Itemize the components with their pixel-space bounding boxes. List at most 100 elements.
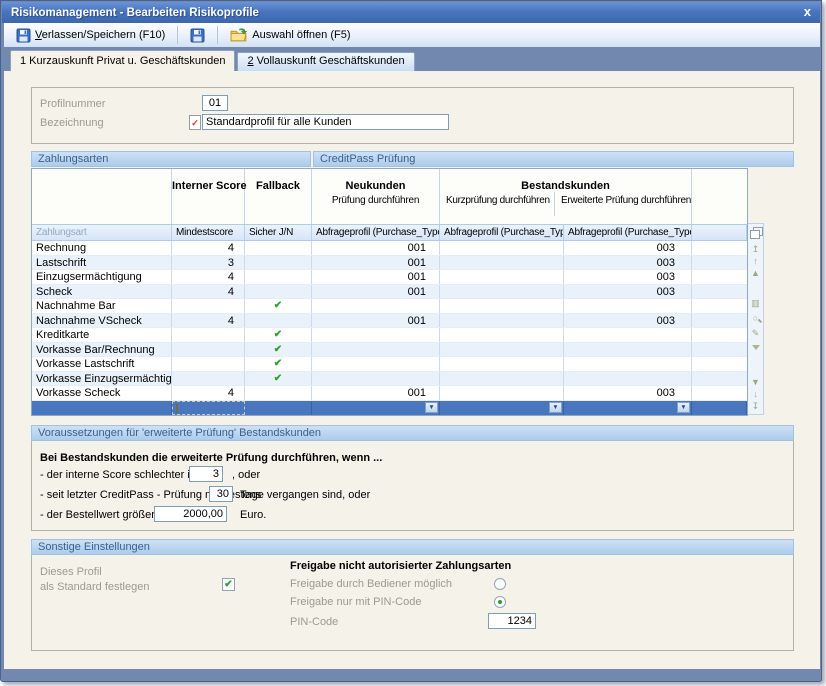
table-row[interactable]: Vorkasse Einzugsermächtigung ✔ [32,372,747,387]
dropdown-button[interactable]: ▼ [549,402,562,413]
cell-erweiterte[interactable] [564,299,692,313]
row-up-icon[interactable]: ▲ [749,267,763,279]
cell-kurzpruefung[interactable] [440,357,564,371]
cell-empty[interactable] [692,328,747,342]
cell-neukunden[interactable]: 001 [312,256,440,270]
cell-name[interactable] [32,401,172,416]
table-row[interactable]: Lastschrift3001003 [32,256,747,271]
cell-erweiterte[interactable]: 003 [564,314,692,328]
cell-erweiterte[interactable]: 003 [564,241,692,255]
tab-kurzauskunft[interactable]: 1 Kurzauskunft Privat u. Geschäftskunden [10,50,235,71]
table-row[interactable]: Vorkasse Lastschrift ✔ [32,357,747,372]
row-down-icon[interactable]: ▼ [749,376,763,388]
cell-erweiterte[interactable] [564,343,692,357]
cell-erweiterte[interactable]: 003 [564,285,692,299]
cell-neukunden[interactable]: 001 [312,386,440,400]
table-row[interactable]: Nachnahme VScheck4001003 [32,314,747,329]
dropdown-button[interactable]: ▼ [677,402,690,413]
cell-fallback[interactable]: ✔ [245,328,312,342]
cell-fallback[interactable] [245,386,312,400]
cell-score[interactable] [172,372,245,386]
cell-erweiterte[interactable]: 003 [564,386,692,400]
cell-kurzpruefung[interactable] [440,386,564,400]
close-button[interactable]: x [804,4,811,20]
cell-erweiterte[interactable] [564,328,692,342]
cell-score[interactable]: 4 [172,386,245,400]
cell-name[interactable]: Rechnung [32,241,172,255]
table-row[interactable]: Rechnung4001003 [32,241,747,256]
open-selection-button[interactable]: Auswahl öffnen (F5) [224,25,356,45]
last-row-icon[interactable]: ↧ [749,400,763,412]
table-row[interactable]: Einzugsermächtigung4001003 [32,270,747,285]
cell-empty[interactable] [692,372,747,386]
cell-name[interactable]: Scheck [32,285,172,299]
cell-kurzpruefung[interactable] [440,328,564,342]
save-exit-button[interactable]: Verlassen/Speichern (F10) [10,25,171,45]
cell-neukunden[interactable]: ▼ [312,401,440,416]
cell-fallback[interactable]: ✔ [245,357,312,371]
subheader-abfrageprofil-erw[interactable]: Abfrageprofil (Purchase_Type) [564,225,692,240]
cell-erweiterte[interactable] [564,357,692,371]
cell-empty[interactable] [692,241,747,255]
cell-neukunden[interactable]: 001 [312,270,440,284]
cell-kurzpruefung[interactable]: ▼ [440,401,564,416]
cell-kurzpruefung[interactable] [440,372,564,386]
cell-name[interactable]: Kreditkarte [32,328,172,342]
cell-erweiterte[interactable] [564,372,692,386]
pin-code-input[interactable] [488,613,536,629]
table-row[interactable]: Vorkasse Bar/Rechnung ✔ [32,343,747,358]
cell-empty[interactable] [692,357,747,371]
page-up-icon[interactable]: ↑ [749,255,763,267]
subheader-sicher[interactable]: Sicher J/N [245,225,312,240]
subheader-mindestscore[interactable]: Mindestscore [172,225,245,240]
cell-fallback[interactable] [245,401,312,416]
cell-empty[interactable] [692,299,747,313]
cell-kurzpruefung[interactable] [440,285,564,299]
release-operator-radio[interactable] [494,578,506,590]
selected-row[interactable]: ▼ ▼ ▼ [32,401,747,416]
cell-fallback[interactable] [245,314,312,328]
cell-score[interactable] [172,343,245,357]
cell-neukunden[interactable]: 001 [312,314,440,328]
cell-name[interactable]: Vorkasse Lastschrift [32,357,172,371]
cell-name[interactable]: Vorkasse Bar/Rechnung [32,343,172,357]
cell-neukunden[interactable]: 001 [312,285,440,299]
page-down-icon[interactable]: ↓ [749,388,763,400]
table-row[interactable]: Scheck4 001 003 [32,285,747,300]
cell-score[interactable] [172,328,245,342]
cell-erweiterte[interactable]: 003 [564,256,692,270]
profilnummer-input[interactable] [202,95,228,111]
cell-fallback[interactable]: ✔ [245,372,312,386]
cell-neukunden[interactable] [312,299,440,313]
cell-fallback[interactable] [245,256,312,270]
first-row-icon[interactable]: ↥ [749,243,763,255]
cell-score[interactable] [172,357,245,371]
cell-empty[interactable] [692,343,747,357]
cell-name[interactable]: Vorkasse Scheck [32,386,172,400]
score-threshold-input[interactable] [189,466,223,482]
tab-vollauskunft[interactable]: 2 Vollauskunft Geschäftskunden [237,52,414,71]
cell-score[interactable]: 3 [172,256,245,270]
cell-empty[interactable] [692,285,747,299]
cell-name[interactable]: Vorkasse Einzugsermächtigung [32,372,172,386]
cell-fallback[interactable]: ✔ [245,343,312,357]
cell-score[interactable]: 4 [172,314,245,328]
table-row[interactable]: Kreditkarte ✔ [32,328,747,343]
cell-name[interactable]: Einzugsermächtigung [32,270,172,284]
cell-score[interactable] [172,299,245,313]
search-icon[interactable]: ○ [749,312,763,324]
dropdown-button[interactable]: ▼ [425,402,438,413]
cell-score-focused[interactable] [172,401,245,416]
cell-score[interactable]: 4 [172,285,245,299]
cell-kurzpruefung[interactable] [440,343,564,357]
cell-score[interactable]: 4 [172,270,245,284]
cell-fallback[interactable] [245,270,312,284]
cell-kurzpruefung[interactable] [440,270,564,284]
columns-icon[interactable]: ▥ [749,297,763,309]
edit-icon[interactable]: ✎ [749,327,763,339]
bezeichnung-input[interactable] [202,114,449,130]
cell-kurzpruefung[interactable] [440,299,564,313]
cell-empty[interactable] [692,270,747,284]
cell-fallback[interactable] [245,241,312,255]
filter-icon[interactable] [749,342,763,354]
